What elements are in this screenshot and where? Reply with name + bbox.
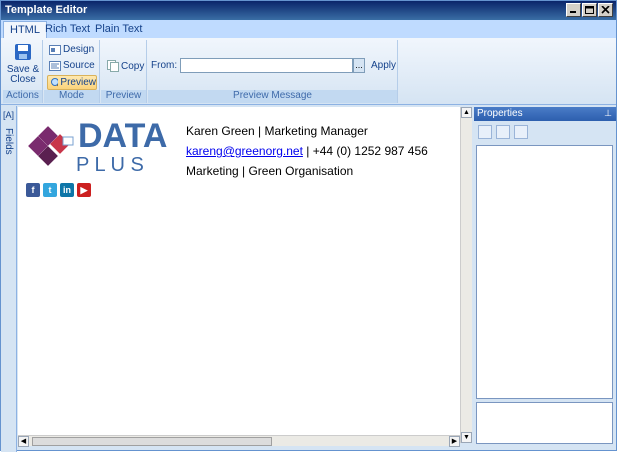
properties-title: Properties: [477, 108, 523, 119]
maximize-icon: [585, 6, 594, 14]
properties-header: Properties ⊥: [474, 107, 616, 121]
preview-group-label: Preview: [101, 90, 146, 103]
linkedin-icon[interactable]: in: [60, 183, 74, 197]
browse-button[interactable]: ...: [353, 58, 365, 73]
logo-data-text: DATA: [78, 117, 167, 155]
fields-icon: [A]: [3, 110, 15, 120]
source-button[interactable]: Source: [49, 60, 95, 71]
facebook-icon[interactable]: f: [26, 183, 40, 197]
fields-panel-tab[interactable]: [A] Fields: [1, 106, 17, 452]
pin-icon[interactable]: ⊥: [604, 108, 612, 119]
vertical-scrollbar[interactable]: ▲ ▼: [460, 107, 472, 443]
copy-label: Copy: [121, 60, 145, 72]
preview-group: Copy Preview: [101, 40, 147, 103]
alphabetical-sort-icon[interactable]: [496, 125, 510, 139]
phone-text: | +44 (0) 1252 987 456: [302, 144, 428, 158]
signature-text: Karen Green | Marketing Manager kareng@g…: [186, 121, 428, 181]
magnifier-icon: [51, 77, 59, 87]
copy-button[interactable]: Copy: [107, 60, 144, 72]
signature-contact: kareng@greenorg.net | +44 (0) 1252 987 4…: [186, 141, 428, 161]
save-close-label: Save & Close: [6, 64, 40, 85]
property-pages-icon[interactable]: [514, 125, 528, 139]
preview-label: Preview: [60, 77, 96, 88]
design-label: Design: [63, 44, 95, 55]
template-editor-window: Template Editor HTML Rich Text Plain Tex…: [0, 0, 617, 452]
ribbon: Save & Close Actions Design Source Previ…: [1, 38, 616, 105]
email-link[interactable]: kareng@greenorg.net: [186, 144, 303, 158]
properties-panel: Properties ⊥: [474, 107, 616, 447]
fields-label: Fields: [3, 128, 14, 155]
title-bar: Template Editor: [1, 1, 616, 20]
design-icon: [49, 44, 61, 55]
signature-name-title: Karen Green | Marketing Manager: [186, 124, 368, 138]
data-plus-logo: DATA P L U S: [28, 117, 167, 175]
preview-message-group: From: ... Apply Preview Message: [148, 40, 398, 103]
preview-message-group-label: Preview Message: [148, 90, 397, 103]
from-label: From:: [151, 60, 178, 71]
from-input[interactable]: [180, 58, 353, 73]
window-title: Template Editor: [5, 4, 88, 16]
logo-plus-text: P L U S: [76, 154, 144, 175]
source-icon: [49, 60, 61, 71]
maximize-button[interactable]: [582, 3, 597, 17]
preview-pane[interactable]: DATA P L U S Karen Green | Marketing Man…: [18, 107, 460, 435]
property-grid[interactable]: [476, 145, 613, 399]
copy-icon: [107, 60, 119, 72]
twitter-icon[interactable]: t: [43, 183, 57, 197]
actions-group: Save & Close Actions: [3, 40, 43, 103]
signature-department: Marketing | Green Organisation: [186, 164, 354, 178]
youtube-icon[interactable]: ▶: [77, 183, 91, 197]
scroll-down-arrow[interactable]: ▼: [461, 432, 472, 443]
social-icons: f t in ▶: [26, 183, 91, 197]
source-label: Source: [63, 60, 95, 71]
preview-button[interactable]: Preview: [47, 75, 97, 90]
properties-toolbar: [478, 125, 528, 139]
horizontal-scrollbar[interactable]: ◀ ▶: [18, 435, 460, 447]
mode-group-label: Mode: [44, 90, 99, 103]
mode-group: Design Source Preview Mode: [44, 40, 100, 103]
tab-rich-text[interactable]: Rich Text: [39, 21, 96, 38]
scroll-up-arrow[interactable]: ▲: [461, 107, 472, 118]
minimize-button[interactable]: [566, 3, 581, 17]
actions-group-label: Actions: [3, 90, 42, 103]
scroll-right-arrow[interactable]: ▶: [449, 436, 460, 447]
apply-button[interactable]: Apply: [371, 60, 396, 71]
horizontal-scroll-thumb[interactable]: [32, 437, 272, 446]
property-description: [476, 402, 613, 444]
tab-plain-text[interactable]: Plain Text: [89, 21, 149, 38]
scroll-left-arrow[interactable]: ◀: [18, 436, 29, 447]
categorized-icon[interactable]: [478, 125, 492, 139]
design-button[interactable]: Design: [49, 44, 94, 55]
window-controls: [566, 3, 613, 17]
close-icon: [601, 6, 610, 14]
minimize-icon: [570, 11, 576, 13]
save-icon: [15, 44, 31, 60]
save-close-button[interactable]: Save & Close: [6, 42, 40, 85]
format-tabs: HTML Rich Text Plain Text: [1, 20, 616, 38]
close-button[interactable]: [598, 3, 613, 17]
